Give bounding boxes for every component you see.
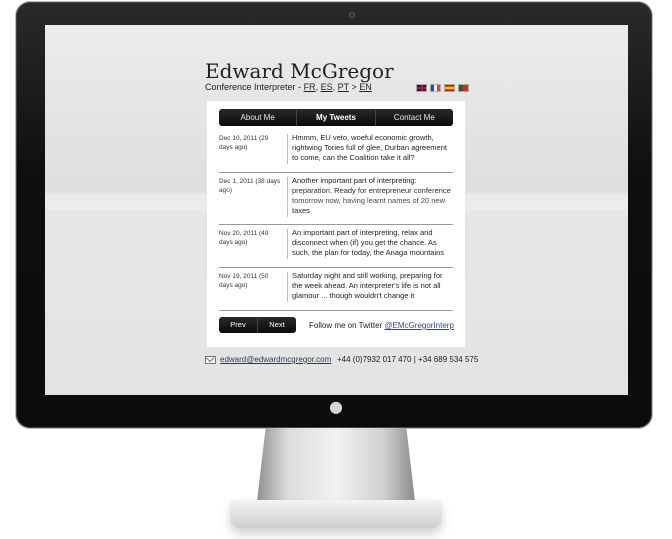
lang-link-en[interactable]: EN [359,82,372,92]
monitor-stand-neck [256,428,416,510]
footer-phone: +44 (0)7932 017 470 | +34 689 534 575 [337,355,479,364]
twitter-handle-link[interactable]: @EMcGregorInterp [384,321,453,330]
lang-link-fr[interactable]: FR [304,82,316,92]
site-title: Edward McGregor [205,59,394,83]
content-card: About Me My Tweets Contact Me Dec 10, 20… [207,101,465,347]
subtitle-prefix: Conference Interpreter - [205,82,304,92]
tweet-text: Saturday night and still working, prepar… [292,271,443,300]
tweet-divider [287,134,288,164]
browser-viewport: Edward McGregor Conference Interpreter -… [45,25,628,395]
tweet-date: Nov 20, 2011 (49 days ago) [219,230,269,246]
tweet-item: Nov 19, 2011 (50 days ago) Saturday nigh… [219,268,453,311]
tab-my-tweets[interactable]: My Tweets [297,109,376,126]
lang-link-pt[interactable]: PT [338,82,349,92]
language-flags [416,84,469,92]
tab-about-me[interactable]: About Me [219,109,298,126]
tweet-date: Nov 19, 2011 (50 days ago) [219,273,269,289]
subtitle-arrow: > [348,82,360,92]
camera-icon [350,13,354,17]
tweet-item: Dec 10, 2011 (29 days ago) Hmmm, EU veto… [219,130,453,173]
tweet-date: Dec 10, 2011 (29 days ago) [219,135,269,151]
follow-twitter: Follow me on Twitter @EMcGregorInterp [309,321,454,330]
tweet-item: Nov 20, 2011 (49 days ago) An important … [219,225,453,268]
site-subtitle: Conference Interpreter - FR, ES, PT > EN [205,82,372,92]
tweet-date: Dec 1, 2011 (38 days ago) [219,178,281,194]
flag-es-icon[interactable] [444,84,455,92]
tab-contact-me[interactable]: Contact Me [376,109,453,126]
lang-link-es[interactable]: ES [321,82,333,92]
footer-email: edward@edwardmcgregor.com [205,355,331,364]
main-nav: About Me My Tweets Contact Me [219,109,453,126]
tweet-pager: Prev Next [219,317,296,333]
tweet-text: Another important part of interpreting: … [292,176,451,215]
tweet-text: An important part of interpreting, relax… [292,228,445,257]
tweet-list: Dec 10, 2011 (29 days ago) Hmmm, EU veto… [219,130,453,311]
flag-gb-icon[interactable] [416,84,427,92]
prev-button[interactable]: Prev [219,317,258,333]
tweet-divider [287,177,288,217]
tweet-divider [287,229,288,259]
apple-logo-icon: ● [329,397,343,416]
tweet-text: Hmmm, EU veto, woeful economic growth, r… [292,133,447,162]
next-button[interactable]: Next [258,317,296,333]
tweet-item: Dec 1, 2011 (38 days ago) Another import… [219,173,453,225]
mail-icon [205,355,216,364]
monitor-stand-base [230,500,442,528]
flag-pt-icon[interactable] [458,84,469,92]
email-link[interactable]: edward@edwardmcgregor.com [220,355,331,364]
tweet-divider [287,272,288,302]
flag-fr-icon[interactable] [430,84,441,92]
follow-label: Follow me on Twitter [309,321,385,330]
